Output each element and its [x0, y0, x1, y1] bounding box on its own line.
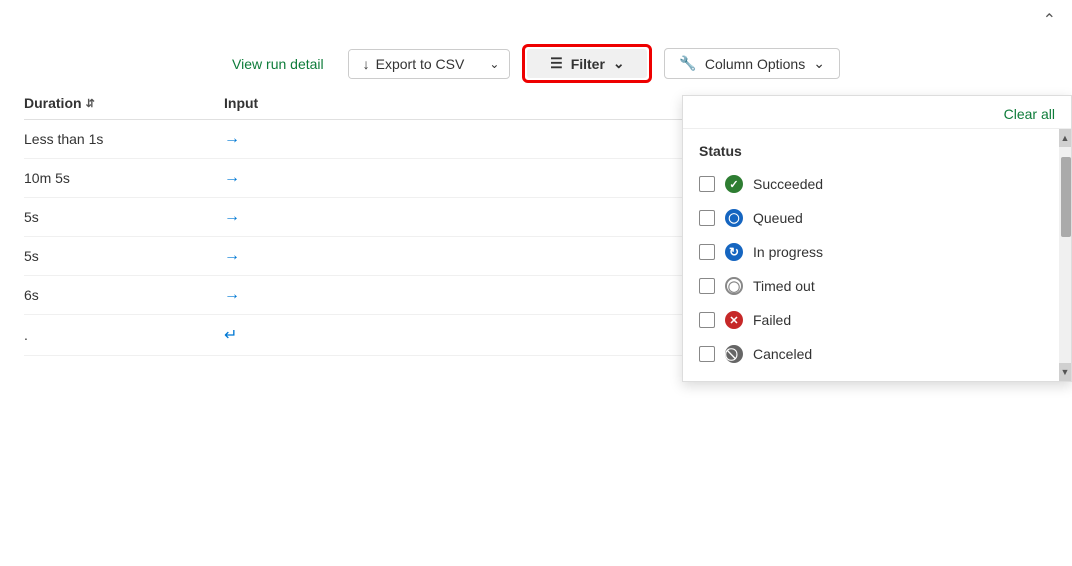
canceled-icon: ⃠	[725, 345, 743, 363]
export-dropdown-button[interactable]: ⌄	[479, 51, 509, 77]
duration-cell: .	[24, 327, 224, 343]
wrench-icon: 🔧	[679, 55, 696, 72]
duration-cell: 5s	[24, 209, 224, 225]
top-bar: ⌃	[0, 0, 1072, 32]
export-csv-button[interactable]: ↓ Export to CSV	[349, 50, 479, 78]
duration-column-header: Duration ⇵	[24, 95, 224, 111]
sort-icon[interactable]: ⇵	[86, 97, 95, 110]
list-item[interactable]: ◯ Timed out	[683, 269, 1059, 303]
input-cell[interactable]: →	[224, 130, 424, 148]
column-options-button[interactable]: 🔧 Column Options ⌄	[664, 48, 840, 79]
filter-dropdown-panel: Clear all Status ✓ Succeeded ◯ Queued	[682, 95, 1072, 382]
duration-cell: Less than 1s	[24, 131, 224, 147]
export-label: Export to CSV	[376, 56, 465, 72]
scroll-thumb-area	[1059, 147, 1071, 363]
input-cell[interactable]: →	[224, 169, 424, 187]
failed-icon: ✕	[725, 311, 743, 329]
filter-icon: ☰	[550, 55, 563, 72]
input-cell[interactable]: ↵	[224, 325, 424, 345]
scrollbar-track: ▲ ▼	[1059, 129, 1071, 381]
canceled-checkbox[interactable]	[699, 346, 715, 362]
failed-label: Failed	[753, 312, 791, 328]
scroll-down-button[interactable]: ▼	[1059, 363, 1071, 381]
input-cell[interactable]: →	[224, 286, 424, 304]
filter-button[interactable]: ☰ Filter ⌄	[527, 49, 647, 78]
succeeded-checkbox[interactable]	[699, 176, 715, 192]
duration-cell: 6s	[24, 287, 224, 303]
column-options-chevron-icon: ⌄	[813, 55, 825, 72]
duration-cell: 10m 5s	[24, 170, 224, 186]
input-cell[interactable]: →	[224, 247, 424, 265]
input-column-header: Input	[224, 95, 424, 111]
inprogress-icon: ↻	[725, 243, 743, 261]
timedout-label: Timed out	[753, 278, 815, 294]
queued-label: Queued	[753, 210, 803, 226]
canceled-label: Canceled	[753, 346, 812, 362]
list-item[interactable]: ✓ Succeeded	[683, 167, 1059, 201]
list-item[interactable]: ⃠ Canceled	[683, 337, 1059, 371]
list-item[interactable]: ↻ In progress	[683, 235, 1059, 269]
inprogress-label: In progress	[753, 244, 823, 260]
queued-icon: ◯	[725, 209, 743, 227]
failed-checkbox[interactable]	[699, 312, 715, 328]
scroll-thumb[interactable]	[1061, 157, 1071, 237]
clear-row: Clear all	[683, 96, 1071, 129]
export-group: ↓ Export to CSV ⌄	[348, 49, 511, 79]
duration-cell: 5s	[24, 248, 224, 264]
filter-section-title: Status	[683, 139, 1059, 167]
list-item[interactable]: ◯ Queued	[683, 201, 1059, 235]
column-options-label: Column Options	[705, 56, 805, 72]
view-run-detail-link[interactable]: View run detail	[232, 56, 324, 72]
input-cell[interactable]: →	[224, 208, 424, 226]
dropdown-body: Status ✓ Succeeded ◯ Queued ↻ In	[683, 129, 1071, 381]
filter-chevron-icon: ⌄	[613, 55, 625, 72]
collapse-icon[interactable]: ⌃	[1043, 10, 1056, 30]
timedout-icon: ◯	[725, 277, 743, 295]
succeeded-label: Succeeded	[753, 176, 823, 192]
main-content: Duration ⇵ Input Less than 1s → 10m 5s →…	[0, 95, 1072, 356]
input-label: Input	[224, 95, 258, 111]
filter-button-wrapper: ☰ Filter ⌄	[522, 44, 652, 83]
clear-all-button[interactable]: Clear all	[1004, 106, 1055, 122]
toolbar: View run detail ↓ Export to CSV ⌄ ☰ Filt…	[0, 32, 1072, 95]
queued-checkbox[interactable]	[699, 210, 715, 226]
filter-label: Filter	[571, 56, 605, 72]
inprogress-checkbox[interactable]	[699, 244, 715, 260]
duration-label: Duration	[24, 95, 82, 111]
succeeded-icon: ✓	[725, 175, 743, 193]
timedout-checkbox[interactable]	[699, 278, 715, 294]
download-icon: ↓	[363, 56, 370, 72]
filter-list: Status ✓ Succeeded ◯ Queued ↻ In	[683, 129, 1059, 381]
list-item[interactable]: ✕ Failed	[683, 303, 1059, 337]
scroll-up-button[interactable]: ▲	[1059, 129, 1071, 147]
